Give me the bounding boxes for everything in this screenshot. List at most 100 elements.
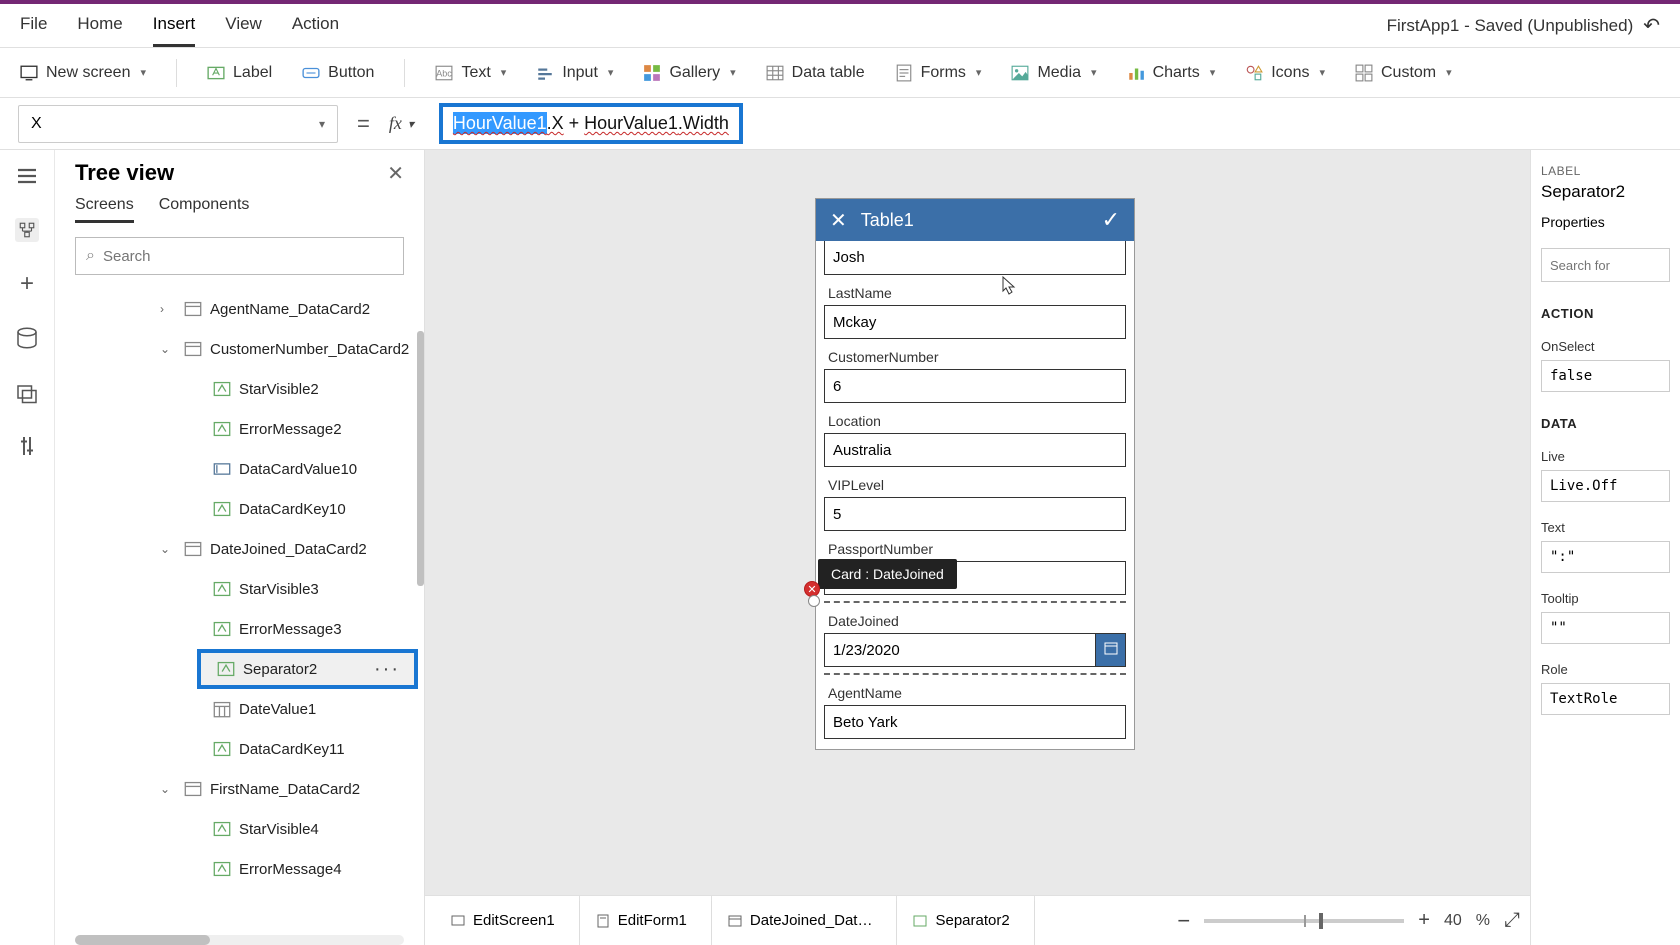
selection-handle[interactable] — [808, 595, 820, 607]
field-agentname-value[interactable] — [824, 705, 1126, 739]
gallery-icon — [643, 64, 661, 82]
tooltip-property-value[interactable] — [1541, 612, 1670, 644]
canvas-area[interactable]: ✕ Table1 ✓ LastName CustomerNumber Locat… — [425, 150, 1680, 945]
menu-action[interactable]: Action — [292, 4, 339, 47]
properties-search[interactable] — [1541, 248, 1670, 282]
database-icon[interactable] — [15, 326, 39, 350]
input-button[interactable]: Input▾ — [536, 64, 613, 82]
tree-node-errormessage4[interactable]: ErrorMessage4 — [55, 849, 424, 889]
add-icon[interactable]: + — [15, 272, 39, 296]
menu-home[interactable]: Home — [77, 4, 122, 47]
form-header: ✕ Table1 ✓ — [816, 199, 1134, 241]
menu-file[interactable]: File — [20, 4, 47, 47]
label-icon — [213, 620, 231, 638]
field-location-label: Location — [824, 413, 1126, 429]
data-table-button[interactable]: Data table — [766, 64, 865, 82]
tree-node-errormessage2[interactable]: ErrorMessage2 — [55, 409, 424, 449]
tree-search[interactable]: ⌕ — [75, 237, 404, 275]
scrollbar-thumb[interactable] — [75, 935, 210, 945]
field-viplevel-label: VIPLevel — [824, 477, 1126, 493]
close-icon[interactable]: ✕ — [830, 208, 847, 233]
menu-view[interactable]: View — [225, 4, 262, 47]
media-button[interactable]: Media▾ — [1011, 64, 1096, 82]
zoom-slider[interactable] — [1204, 919, 1404, 923]
custom-button[interactable]: Custom▾ — [1355, 64, 1452, 82]
tree-node-agentname[interactable]: ›AgentName_DataCard2 — [55, 289, 424, 329]
gallery-button[interactable]: Gallery▾ — [643, 64, 735, 82]
selection-top-border — [824, 601, 1126, 603]
datepicker-button[interactable] — [1096, 633, 1126, 667]
button-icon — [302, 64, 320, 82]
tree-node-starvisible4[interactable]: StarVisible4 — [55, 809, 424, 849]
card-icon — [184, 540, 202, 558]
card-icon — [184, 300, 202, 318]
tree-node-starvisible2[interactable]: StarVisible2 — [55, 369, 424, 409]
field-firstname-value[interactable] — [824, 241, 1126, 275]
field-customernumber-label: CustomerNumber — [824, 349, 1126, 365]
text-button[interactable]: Abc Text▾ — [435, 64, 506, 82]
menu-insert[interactable]: Insert — [153, 4, 196, 47]
new-screen-button[interactable]: New screen▾ — [20, 64, 146, 82]
zoom-slider-thumb[interactable] — [1319, 913, 1323, 929]
label-icon — [213, 380, 231, 398]
label-icon — [213, 500, 231, 518]
field-agentname-label: AgentName — [824, 685, 1126, 701]
text-property-label: Text — [1541, 520, 1670, 535]
fit-screen-icon[interactable]: ⤢ — [1504, 909, 1520, 932]
zoom-out-button[interactable]: − — [1177, 908, 1190, 934]
tab-components[interactable]: Components — [159, 196, 250, 223]
charts-button[interactable]: Charts▾ — [1127, 64, 1216, 82]
text-property-value[interactable] — [1541, 541, 1670, 573]
tree-scrollbar-thumb[interactable] — [417, 331, 424, 586]
tree-node-separator2-selected[interactable]: Separator2··· — [197, 649, 418, 689]
properties-tab[interactable]: Properties — [1541, 214, 1605, 234]
tree-node-errormessage3[interactable]: ErrorMessage3 — [55, 609, 424, 649]
forms-button[interactable]: Forms▾ — [895, 64, 982, 82]
form-preview[interactable]: ✕ Table1 ✓ LastName CustomerNumber Locat… — [815, 198, 1135, 750]
tree-node-datacardvalue10[interactable]: DataCardValue10 — [55, 449, 424, 489]
tree-node-datevalue1[interactable]: DateValue1 — [55, 689, 424, 729]
tools-icon[interactable] — [15, 434, 39, 458]
field-lastname-value[interactable] — [824, 305, 1126, 339]
zoom-in-button[interactable]: + — [1418, 909, 1430, 932]
media-rail-icon[interactable] — [15, 380, 39, 404]
form-icon — [596, 914, 610, 928]
tab-screens[interactable]: Screens — [75, 196, 134, 223]
breadcrumb-separator2[interactable]: Separator2 — [897, 896, 1034, 945]
label-button[interactable]: Label — [207, 64, 272, 82]
tree-node-datacardkey10[interactable]: DataCardKey10 — [55, 489, 424, 529]
button-button[interactable]: Button — [302, 64, 374, 82]
field-datejoined-value[interactable] — [824, 633, 1096, 667]
breadcrumb-datejoined[interactable]: DateJoined_Dat… — [712, 896, 898, 945]
field-passport-label: PassportNumber — [824, 541, 1126, 557]
properties-panel: LABEL Separator2 Properties ACTION OnSel… — [1530, 150, 1680, 945]
more-icon[interactable]: ··· — [374, 658, 400, 681]
icons-button[interactable]: Icons▾ — [1245, 64, 1325, 82]
app-title: FirstApp1 - Saved (Unpublished) — [1387, 16, 1634, 36]
tree-node-datacardkey11[interactable]: DataCardKey11 — [55, 729, 424, 769]
close-icon[interactable]: ✕ — [387, 161, 404, 186]
breadcrumb-editscreen1[interactable]: EditScreen1 — [435, 896, 580, 945]
property-selector[interactable]: X ▾ — [18, 105, 338, 143]
label-icon — [213, 860, 231, 878]
tree-node-datejoined[interactable]: ⌄DateJoined_DataCard2 — [55, 529, 424, 569]
undo-icon[interactable]: ↶ — [1643, 13, 1660, 38]
hamburger-icon[interactable] — [15, 164, 39, 188]
tree-horizontal-scrollbar[interactable] — [75, 935, 404, 945]
onselect-property-value[interactable] — [1541, 360, 1670, 392]
formula-input[interactable]: HourValue1.X + HourValue1.Width — [429, 99, 1662, 148]
tree-view-icon[interactable] — [15, 218, 39, 242]
tree-node-starvisible3[interactable]: StarVisible3 — [55, 569, 424, 609]
field-customernumber-value[interactable] — [824, 369, 1126, 403]
tree-search-input[interactable] — [103, 248, 393, 265]
breadcrumb-editform1[interactable]: EditForm1 — [580, 896, 712, 945]
live-property-value[interactable] — [1541, 470, 1670, 502]
tree-node-customernumber[interactable]: ⌄CustomerNumber_DataCard2 — [55, 329, 424, 369]
tree-view-panel: Tree view ✕ Screens Components ⌕ ›AgentN… — [55, 150, 425, 945]
field-viplevel-value[interactable] — [824, 497, 1126, 531]
check-icon[interactable]: ✓ — [1102, 207, 1120, 233]
field-location-value[interactable] — [824, 433, 1126, 467]
role-property-value[interactable] — [1541, 683, 1670, 715]
tree-node-firstname[interactable]: ⌄FirstName_DataCard2 — [55, 769, 424, 809]
breadcrumb-bar: EditScreen1 EditForm1 DateJoined_Dat… Se… — [425, 895, 1530, 945]
